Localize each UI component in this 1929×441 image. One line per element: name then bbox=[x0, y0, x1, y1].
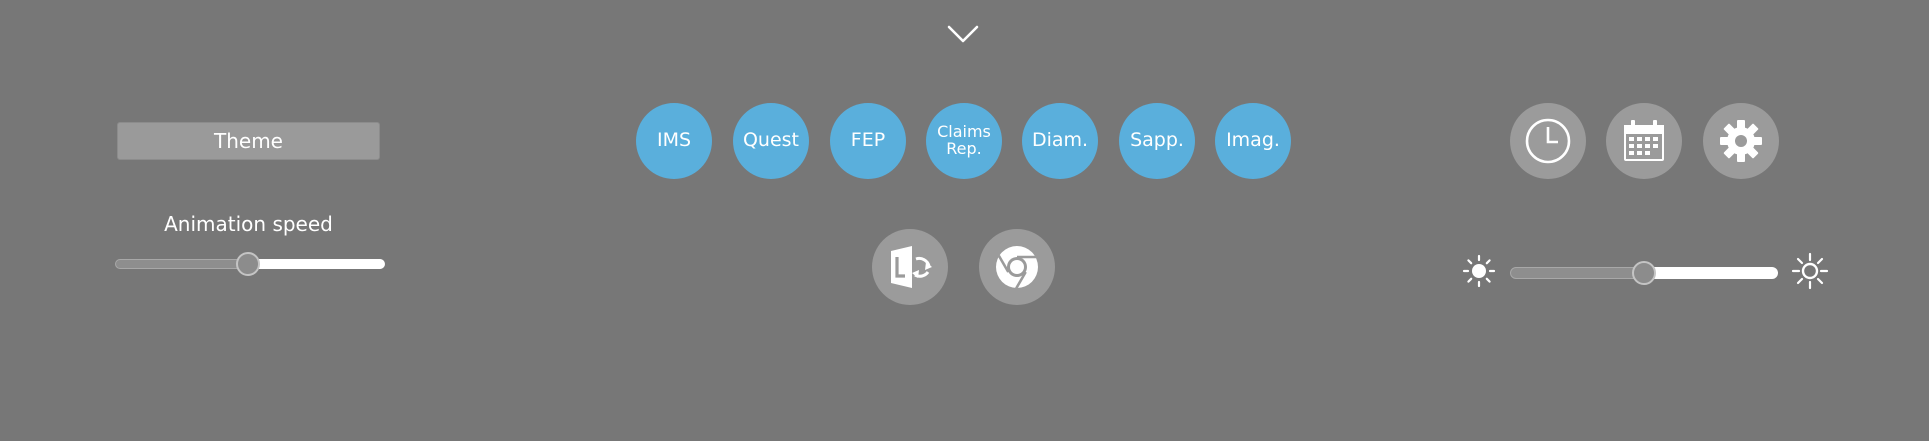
app-sapp-button[interactable]: Sapp. bbox=[1119, 103, 1195, 179]
app-claims-rep-button[interactable]: Claims Rep. bbox=[926, 103, 1002, 179]
slider-track-filled bbox=[115, 259, 250, 269]
app-ims-button[interactable]: IMS bbox=[636, 103, 712, 179]
theme-button[interactable]: Theme bbox=[117, 122, 380, 160]
animation-speed-label: Animation speed bbox=[164, 212, 333, 236]
slider-thumb[interactable] bbox=[1632, 261, 1656, 285]
lync-icon bbox=[891, 246, 932, 288]
chrome-icon bbox=[996, 246, 1038, 290]
clock-icon bbox=[1525, 118, 1571, 164]
animation-speed-slider[interactable] bbox=[115, 250, 385, 278]
sun-high-icon bbox=[1791, 252, 1829, 290]
calendar-icon bbox=[1624, 120, 1664, 161]
brightness-slider[interactable] bbox=[1510, 258, 1778, 286]
slider-track-filled bbox=[1510, 267, 1646, 279]
sun-low-icon bbox=[1462, 254, 1496, 288]
app-imag-button[interactable]: Imag. bbox=[1215, 103, 1291, 179]
slider-thumb[interactable] bbox=[236, 252, 260, 276]
clock-button[interactable] bbox=[1510, 103, 1586, 179]
chrome-button[interactable] bbox=[979, 229, 1055, 305]
app-quest-button[interactable]: Quest bbox=[733, 103, 809, 179]
chevron-down-icon[interactable] bbox=[946, 22, 980, 46]
settings-button[interactable] bbox=[1703, 103, 1779, 179]
lync-button[interactable] bbox=[872, 229, 948, 305]
slider-track-empty bbox=[1644, 267, 1778, 279]
slider-track-empty bbox=[248, 259, 385, 269]
calendar-button[interactable] bbox=[1606, 103, 1682, 179]
app-diam-button[interactable]: Diam. bbox=[1022, 103, 1098, 179]
app-fep-button[interactable]: FEP bbox=[830, 103, 906, 179]
gear-icon bbox=[1720, 120, 1762, 162]
